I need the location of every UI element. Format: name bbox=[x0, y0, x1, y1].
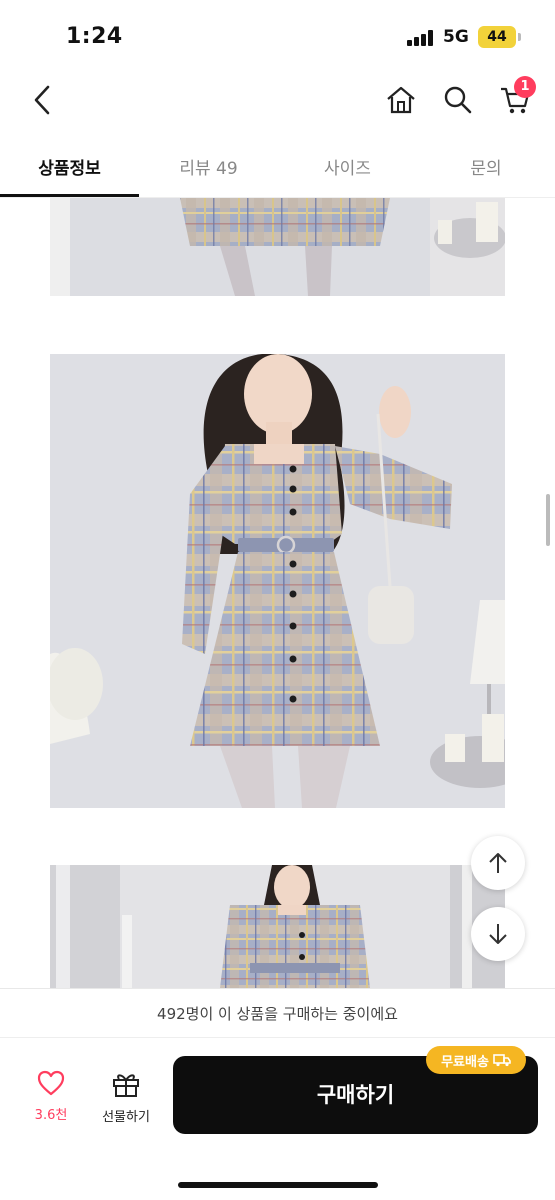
tab-size[interactable]: 사이즈 bbox=[278, 154, 417, 179]
arrow-down-icon bbox=[489, 924, 507, 944]
signal-icon bbox=[407, 30, 435, 46]
status-bar: 1:24 5G 44 bbox=[0, 0, 555, 72]
scroll-up-button[interactable] bbox=[471, 836, 525, 890]
product-photo-2 bbox=[50, 354, 505, 808]
tab-product-info[interactable]: 상품정보 bbox=[0, 154, 139, 179]
arrow-up-icon bbox=[489, 853, 507, 873]
search-button[interactable] bbox=[438, 80, 478, 120]
gift-button[interactable]: 선물하기 bbox=[88, 1070, 164, 1134]
home-button[interactable] bbox=[381, 80, 421, 120]
product-detail-content[interactable] bbox=[0, 198, 555, 988]
like-count: 3.6천 bbox=[34, 1108, 68, 1123]
tab-underline bbox=[0, 194, 139, 197]
gift-icon bbox=[113, 1074, 139, 1097]
gift-label: 선물하기 bbox=[102, 1110, 150, 1125]
scroll-indicator bbox=[546, 494, 550, 546]
home-icon bbox=[387, 86, 415, 114]
back-button[interactable] bbox=[22, 80, 62, 120]
purchase-notice: 492명이 이 상품을 구매하는 중이에요 bbox=[0, 988, 555, 1038]
status-time: 1:24 bbox=[66, 24, 123, 49]
product-photo-3 bbox=[50, 865, 505, 988]
free-shipping-badge: 무료배송 bbox=[426, 1046, 526, 1074]
truck-icon bbox=[493, 1054, 511, 1067]
cart-badge: 1 bbox=[514, 76, 536, 98]
free-shipping-label: 무료배송 bbox=[441, 1054, 489, 1070]
tab-reviews[interactable]: 리뷰 49 bbox=[139, 154, 278, 179]
tab-inquiry[interactable]: 문의 bbox=[417, 154, 555, 179]
back-icon bbox=[34, 85, 50, 115]
home-indicator bbox=[178, 1182, 378, 1188]
heart-icon bbox=[37, 1070, 65, 1096]
battery-nub bbox=[518, 33, 521, 41]
search-icon bbox=[444, 86, 472, 114]
scroll-down-button[interactable] bbox=[471, 907, 525, 961]
app-header bbox=[0, 72, 555, 136]
product-photo-1 bbox=[50, 198, 505, 296]
like-button[interactable]: 3.6천 bbox=[22, 1070, 80, 1134]
battery-indicator: 44 bbox=[478, 26, 516, 48]
network-label: 5G bbox=[443, 27, 469, 47]
product-tabs: 상품정보 리뷰 49 사이즈 문의 bbox=[0, 136, 555, 198]
